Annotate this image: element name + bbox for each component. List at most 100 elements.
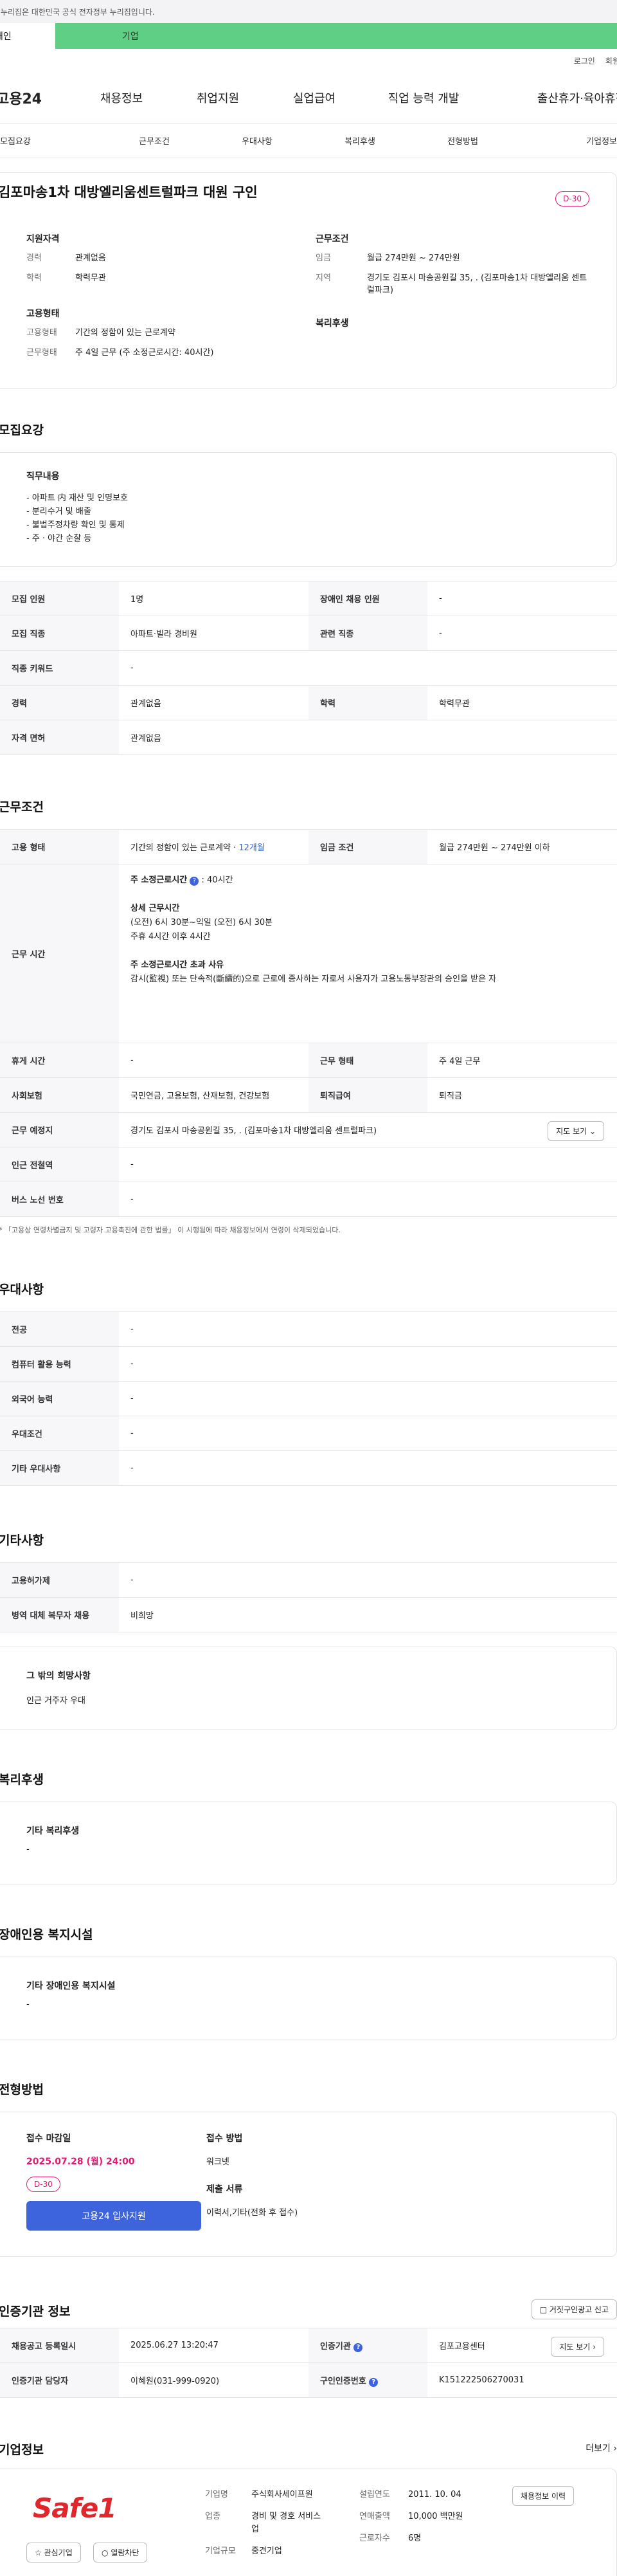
info-icon[interactable]: ?: [369, 2377, 379, 2387]
table-cell: 관계없음: [119, 720, 617, 755]
table-cell: 학력무관: [427, 685, 617, 720]
table-row: 모집 직종 아파트·빌라 경비원 관련 직종 -: [0, 616, 617, 651]
emp-key: 고용형태: [26, 327, 57, 338]
info-icon[interactable]: ?: [190, 877, 199, 886]
job-summary-card: 김포마송1차 대방엘리움센트럴파크 대원 구인 D-30 지원자격 경력 관계없음…: [0, 172, 617, 388]
table-cell: -: [119, 1416, 617, 1451]
table-cell: 김포고용센터 지도 보기 ›: [427, 2328, 617, 2363]
time-value: : 40시간: [201, 875, 233, 885]
gnb-item-employment-support[interactable]: 취업지원: [157, 89, 279, 106]
circle-icon: ○: [102, 2548, 109, 2557]
gnb-item-unemployment[interactable]: 실업급여: [279, 89, 350, 106]
qual-key: 경력: [26, 253, 42, 263]
tab-company[interactable]: 기업: [55, 23, 617, 49]
tab-welfare[interactable]: 복리후생: [308, 134, 411, 147]
more-link[interactable]: 더보기 ›: [586, 2442, 617, 2454]
table-row: 직종 키워드 -: [0, 650, 617, 686]
tab-work[interactable]: 근무조건: [103, 134, 206, 147]
table-row: 근무 시간 주 소정근로시간 ? : 40시간 상세 근무시간 (오전) 6시 …: [0, 864, 617, 1043]
table-cell: 국민연금, 고용보험, 산재보험, 건강보험: [119, 1077, 308, 1113]
table-cell: -: [119, 650, 617, 686]
process-box: 접수 마감일 2025.07.28 (월) 24:00 D-30 고용24 입사…: [0, 2112, 617, 2257]
table-row: 인근 전철역 -: [0, 1147, 617, 1182]
site-switch: 개인 기업: [0, 23, 617, 49]
company-value: 10,000 백만원: [408, 2512, 463, 2521]
block-button[interactable]: ○ 열람차단: [93, 2543, 148, 2562]
table-cell: 아파트·빌라 경비원: [119, 616, 308, 651]
section-process-title: 전형방법: [0, 2083, 44, 2097]
cert-map-button[interactable]: 지도 보기 ›: [551, 2337, 604, 2357]
gnb-item-jobs[interactable]: 채용정보: [86, 89, 157, 106]
document-icon: □: [539, 2305, 548, 2314]
table-cell: 주 4일 근무: [427, 1043, 617, 1078]
apply-button[interactable]: 고용24 입사지원: [26, 2201, 201, 2231]
table-row: 기타 우대사항 -: [0, 1450, 617, 1486]
table-cell: 2025.06.27 13:20:47: [119, 2328, 308, 2363]
tab-pref[interactable]: 우대사항: [206, 134, 308, 147]
duty-heading: 직무내용: [26, 471, 60, 482]
qual-key: 학력: [26, 273, 42, 283]
pref-table: 전공 - 컴퓨터 활용 능력 - 외국어 능력 - 우대조건 - 기타 우대사항 -: [0, 1311, 617, 1486]
company-value: 경비 및 경호 서비스업: [251, 2512, 321, 2534]
table-row: 모집 인원 1명 장애인 채용 인원 -: [0, 581, 617, 616]
table-cell: 관계없음: [119, 685, 308, 720]
table-row: 자격 면허 관계없음: [0, 720, 617, 755]
logo[interactable]: 고용24: [0, 87, 86, 108]
emp-value: 주 4일 근무 (주 소정근로시간: 40시간): [75, 347, 214, 358]
table-header: 버스 노선 번호: [0, 1182, 119, 1217]
company-logo: Safe1: [33, 2492, 117, 2524]
table-cell: -: [119, 1147, 617, 1182]
disabled-value: -: [26, 2000, 30, 2009]
method-heading: 접수 방법: [206, 2133, 243, 2144]
chevron-down-icon: ⌄: [589, 1127, 596, 1136]
welfare-value: -: [26, 1845, 30, 1854]
info-icon[interactable]: ?: [353, 2343, 363, 2352]
recruit-history-button[interactable]: 채용정보 이력: [512, 2486, 575, 2506]
table-header: 자격 면허: [0, 720, 119, 755]
docs-heading: 제출 서류: [206, 2184, 243, 2195]
time-detail-line: 주휴 4시간 이후 4시간: [130, 932, 211, 942]
table-header: 장애인 채용 인원: [308, 581, 427, 616]
report-button[interactable]: □ 거짓구인광고 신고: [531, 2299, 617, 2319]
section-disabled-title: 장애인용 복지시설: [0, 1928, 93, 1942]
time-detail-heading: 상세 근무시간: [130, 904, 180, 913]
other-wish-value: 인근 거주자 우대: [26, 1696, 85, 1706]
tab-recruit[interactable]: 모집요강: [0, 134, 103, 147]
table-row: 사회보험 국민연금, 고용보험, 산재보험, 건강보험 퇴직급여 퇴직금: [0, 1077, 617, 1113]
cond-key: 임금: [316, 253, 331, 263]
recruit-table: 모집 인원 1명 장애인 채용 인원 - 모집 직종 아파트·빌라 경비원 관련…: [0, 581, 617, 755]
tab-company-info[interactable]: 기업정보: [514, 134, 617, 147]
table-row: 외국어 능력 -: [0, 1381, 617, 1416]
table-header: 관련 직종: [308, 616, 427, 651]
cond-value: 경기도 김포시 마송공원길 35, . (김포마송1차 대방엘리움 센트럴파크): [367, 273, 587, 295]
gnb-item-leave[interactable]: 출산휴가·육아휴직: [497, 89, 617, 106]
table-header: 근무 형태: [308, 1043, 427, 1078]
duty-line: - 주 · 야간 순찰 등: [26, 534, 92, 544]
table-header: 기타 우대사항: [0, 1450, 119, 1486]
duty-line: - 아파트 内 재산 및 인명보호: [26, 493, 128, 503]
company-box: Safe1 ☆ 관심기업 ○ 열람차단 기업명 주식회사세이프원 업종 경비 및 경…: [0, 2469, 617, 2576]
table-header: 모집 직종: [0, 616, 119, 651]
table-row: 우대조건 -: [0, 1416, 617, 1451]
table-cell: 주 소정근로시간 ? : 40시간 상세 근무시간 (오전) 6시 30분~익일…: [119, 864, 617, 1043]
table-header: 채용공고 등록일시: [0, 2328, 119, 2363]
company-key: 근로자수: [359, 2534, 390, 2543]
tab-individual[interactable]: 개인: [0, 23, 55, 49]
map-button[interactable]: 지도 보기 ⌄: [548, 1121, 604, 1141]
table-header: 인증기관 ?: [308, 2328, 427, 2363]
emp-value: 기간의 정함이 있는 근로계약: [75, 327, 175, 338]
table-header: 모집 인원: [0, 581, 119, 616]
gnb-item-training[interactable]: 직업 능력 개발: [350, 89, 497, 106]
table-row: 컴퓨터 활용 능력 -: [0, 1346, 617, 1382]
login-link[interactable]: 로그인: [574, 55, 595, 66]
cond-key: 지역: [316, 273, 331, 283]
chevron-right-icon: ›: [593, 2343, 596, 2352]
table-cell: -: [119, 1381, 617, 1416]
signup-link[interactable]: 회원가입: [605, 55, 617, 66]
table-header: 외국어 능력: [0, 1381, 119, 1416]
chevron-right-icon: ›: [613, 2444, 617, 2454]
tab-process[interactable]: 전형방법: [411, 134, 514, 147]
favorite-button[interactable]: ☆ 관심기업: [26, 2543, 81, 2562]
table-header: 휴게 시간: [0, 1043, 119, 1078]
table-cell: 경기도 김포시 마송공원길 35, . (김포마송1차 대방엘리움 센트럴파크)…: [119, 1112, 617, 1147]
